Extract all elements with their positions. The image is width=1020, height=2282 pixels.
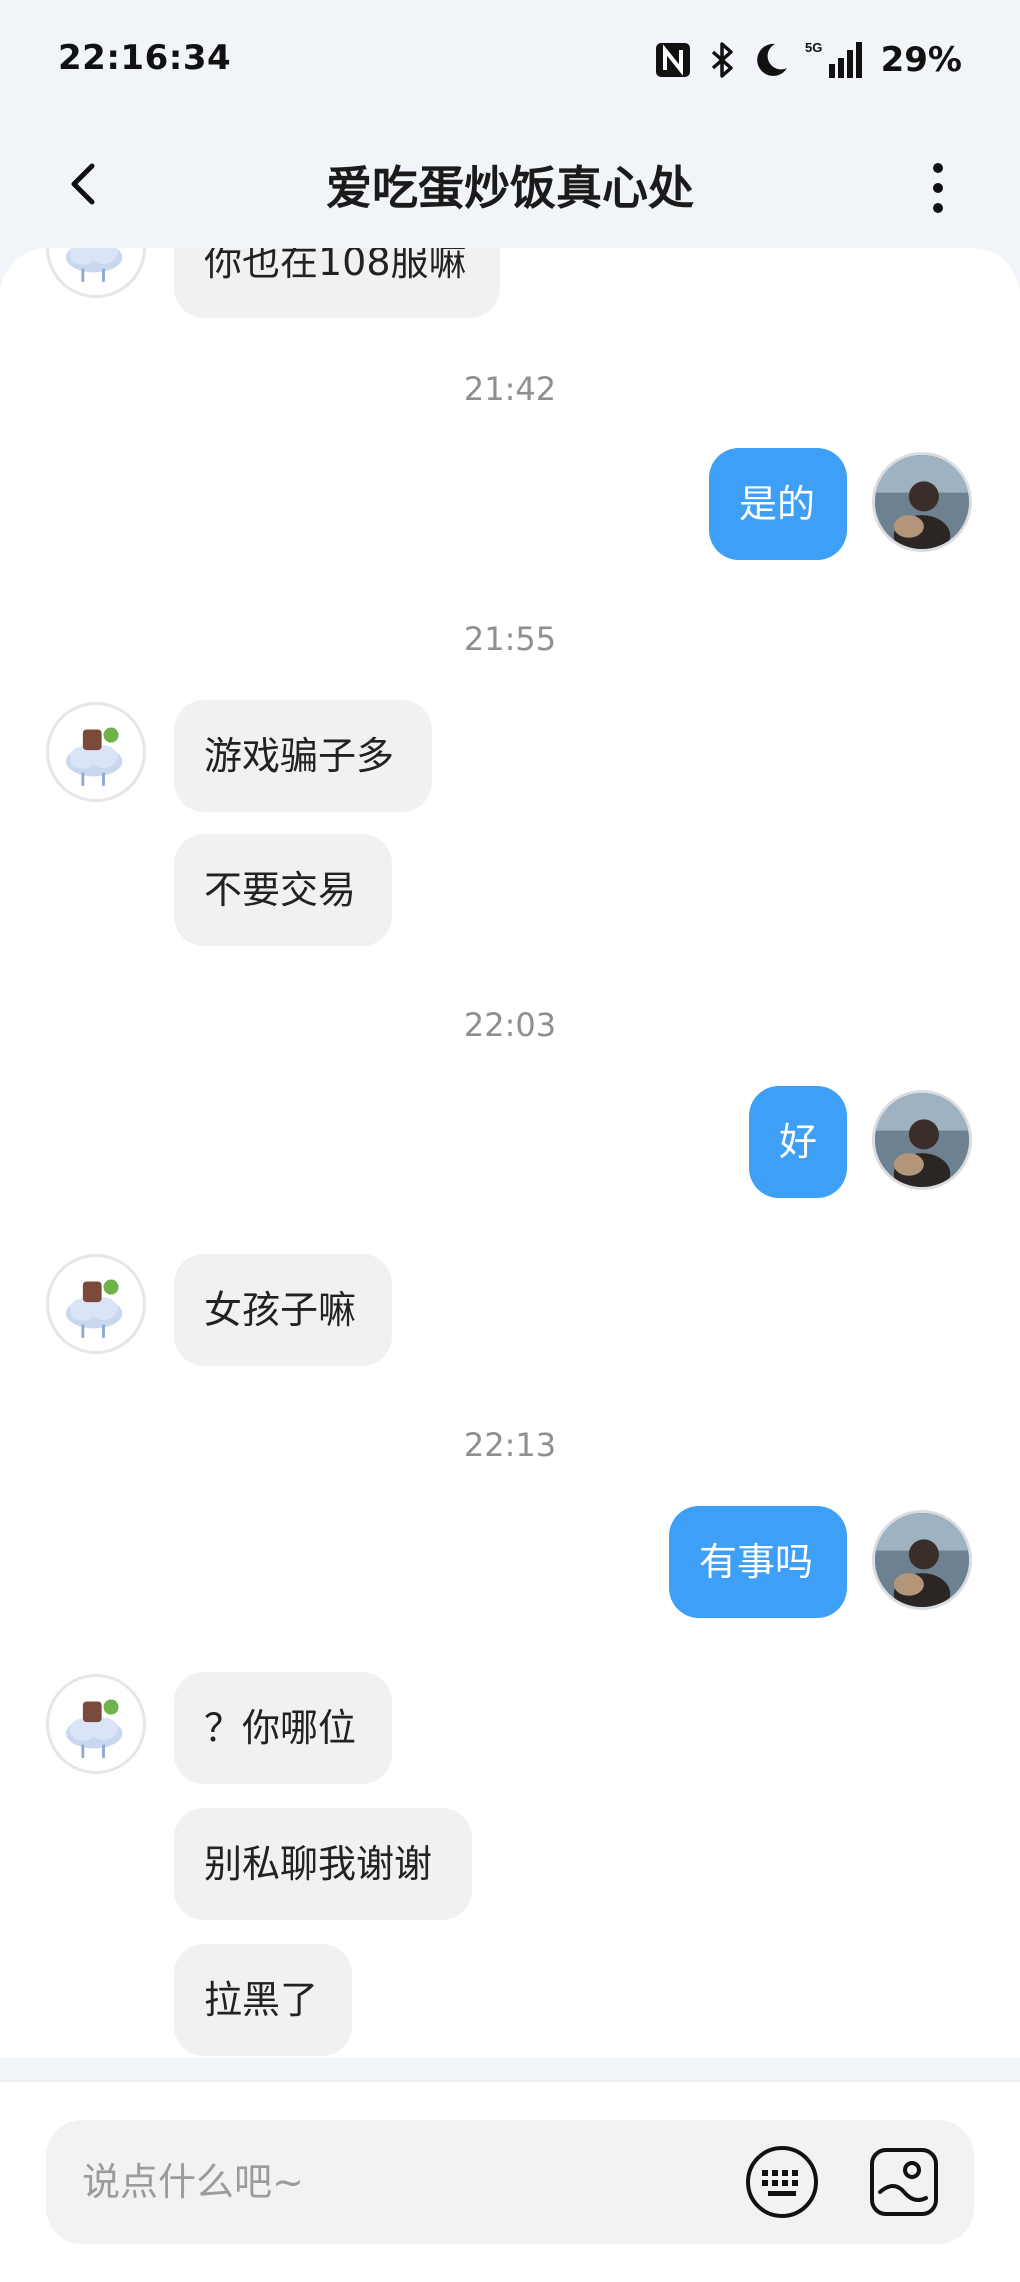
signal-icon: 5G: [805, 40, 862, 78]
sheep-avatar-icon: [65, 1279, 123, 1338]
timestamp: 22:03: [463, 1006, 557, 1044]
message-bubble-incoming[interactable]: 别私聊我谢谢: [174, 1808, 472, 1920]
contact-avatar[interactable]: [46, 1254, 146, 1354]
nfc-icon: [655, 43, 690, 77]
sheep-avatar-icon: [65, 727, 123, 786]
sheep-avatar-icon: [65, 248, 123, 282]
sheep-avatar-icon: [65, 1699, 123, 1758]
message-bubble-incoming[interactable]: 不要交易: [174, 834, 392, 946]
message-bubble-incoming[interactable]: 女孩子嘛: [174, 1254, 392, 1366]
my-avatar[interactable]: [872, 1510, 972, 1610]
battery-percent: 29%: [880, 40, 962, 80]
timestamp: 21:42: [463, 370, 557, 408]
user-photo-icon: [875, 455, 969, 549]
message-bubble-incoming[interactable]: 游戏骗子多: [174, 700, 432, 812]
sticker-icon[interactable]: [864, 2142, 944, 2222]
message-input[interactable]: 说点什么吧~: [46, 2120, 974, 2244]
message-bubble-outgoing[interactable]: 有事吗: [669, 1506, 847, 1618]
bluetooth-icon: [711, 42, 733, 78]
contact-avatar[interactable]: [46, 702, 146, 802]
message-bubble-incoming[interactable]: 你也在108服嘛: [174, 248, 500, 318]
chat-header: 爱吃蛋炒饭真心处: [0, 120, 1020, 250]
message-bubble-incoming[interactable]: ？你哪位: [174, 1672, 392, 1784]
status-icons: 5G 29%: [653, 36, 962, 84]
message-bubble-outgoing[interactable]: 是的: [709, 448, 847, 560]
timestamp: 22:13: [463, 1426, 557, 1464]
user-photo-icon: [875, 1093, 969, 1187]
my-avatar[interactable]: [872, 452, 972, 552]
composer-bar: 说点什么吧~: [0, 2080, 1020, 2282]
message-bubble-incoming[interactable]: 拉黑了: [174, 1944, 352, 2056]
chat-title: 爱吃蛋炒饭真心处: [326, 161, 694, 215]
status-bar: 22:16:34 5G 29%: [0, 0, 1020, 120]
svg-text:5G: 5G: [805, 40, 822, 55]
moon-icon: [756, 43, 787, 76]
contact-avatar[interactable]: [46, 248, 146, 298]
more-vertical-icon[interactable]: [926, 158, 950, 218]
keyboard-icon[interactable]: [742, 2142, 822, 2222]
message-input-placeholder: 说点什么吧~: [82, 2160, 304, 2204]
message-bubble-outgoing[interactable]: 好: [749, 1086, 847, 1198]
timestamp: 21:55: [463, 620, 557, 658]
contact-avatar[interactable]: [46, 1674, 146, 1774]
message-list[interactable]: 你也在108服嘛 21:42 是的 21:55 游戏骗子多 不要交易 22:03…: [0, 248, 1020, 2058]
status-time: 22:16:34: [58, 38, 232, 78]
user-photo-icon: [875, 1513, 969, 1607]
my-avatar[interactable]: [872, 1090, 972, 1190]
